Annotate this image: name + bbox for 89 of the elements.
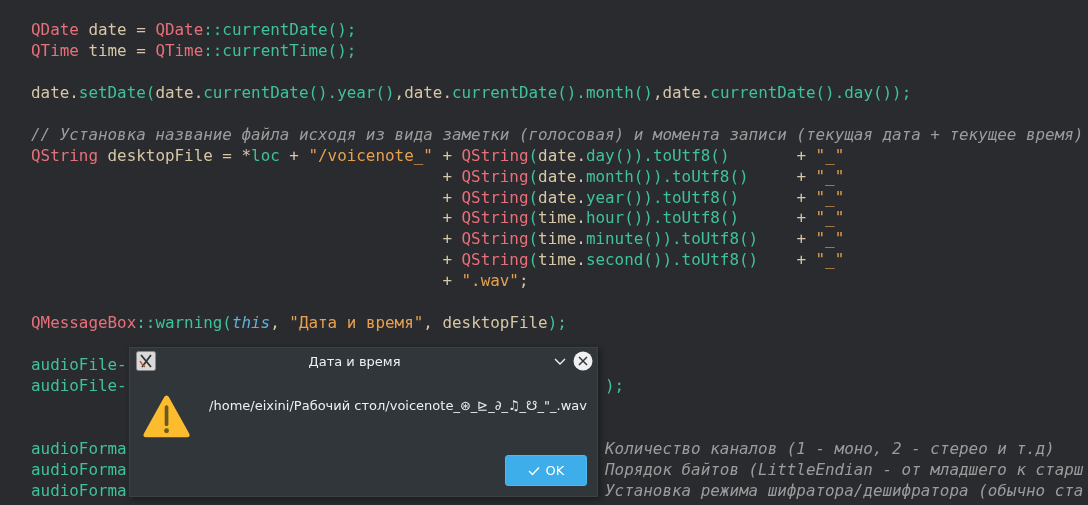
code-string: "Дата и время": [289, 313, 424, 333]
code-call: );: [605, 375, 625, 395]
code-type: QString: [461, 166, 529, 186]
code-call: (: [528, 229, 539, 249]
code-call: minute()).toUtf8(): [585, 229, 759, 249]
code-call: year()).toUtf8(): [585, 187, 739, 207]
close-icon[interactable]: [573, 351, 593, 371]
code-call: day()).toUtf8(): [585, 145, 730, 165]
code-string: "_": [815, 187, 845, 207]
code-text: +: [442, 208, 453, 228]
code-text: date.: [538, 166, 586, 186]
code-text: date.: [538, 187, 586, 207]
code-call: ::currentDate();: [203, 20, 357, 39]
code-string: ".wav": [461, 271, 519, 291]
code-text: +: [795, 229, 807, 249]
code-text: +: [442, 229, 453, 249]
code-call: );: [547, 313, 567, 333]
code-text: date.: [538, 145, 586, 165]
code-call: currentDate().year(): [203, 82, 395, 102]
code-text: time.: [538, 208, 586, 228]
code-type: QString: [461, 187, 529, 207]
code-text: +: [795, 187, 807, 207]
code-call: (: [528, 208, 539, 228]
code-call: month()).toUtf8(): [585, 166, 749, 186]
code-type: QTime: [31, 40, 79, 60]
code-string: "/voicenote_": [308, 145, 433, 165]
code-comment: Количество каналов (1 - моно, 2 - стерео и т.д): [605, 438, 1055, 458]
code-call: (: [528, 250, 539, 270]
code-call: (: [528, 145, 539, 165]
code-call: ::currentTime();: [203, 40, 357, 60]
code-type: QDate: [31, 20, 79, 39]
code-text: +: [795, 166, 807, 186]
code-text: desktopFile = *: [106, 145, 252, 165]
code-text: +: [442, 271, 453, 291]
code-text: +: [288, 145, 300, 165]
code-text: date =: [87, 20, 147, 39]
dialog-message: /home/eixini/Рабочий стол/voicenote_⊛_⊵_∂_♫_☋_"_.wav: [209, 397, 587, 415]
code-text: ,date.: [652, 82, 711, 102]
code-keyword: this: [231, 313, 271, 333]
code-string: "_": [815, 166, 845, 186]
code-type: QTime: [155, 40, 204, 60]
code-text: date.: [155, 82, 204, 102]
check-icon: [527, 465, 540, 476]
code-call: ::warning(: [136, 313, 232, 333]
code-call: audioForma: [31, 459, 127, 479]
code-comment: // Установка название файла исходя из вида заметки (голосовая) и момента записи (текущая дата + текущее время): [31, 124, 1084, 144]
ok-button[interactable]: OK: [505, 455, 587, 486]
code-text: time.: [538, 229, 586, 249]
dialog-title: Дата и время: [307, 353, 402, 369]
code-string: "_": [815, 229, 845, 249]
code-call: hour()).toUtf8(): [585, 208, 739, 228]
code-type: QString: [461, 208, 529, 228]
code-type: QString: [31, 145, 98, 165]
code-string: "_": [815, 250, 845, 270]
code-string: "_": [815, 145, 845, 165]
code-call: audioFile-: [31, 375, 127, 395]
code-call: currentDate().month(): [452, 82, 653, 102]
code-text: ,date.: [394, 82, 452, 102]
code-call: currentDate().day());: [710, 82, 912, 102]
code-type: QString: [461, 229, 529, 249]
code-string: "_": [815, 208, 845, 228]
code-comment: Порядок байтов (LittleEndian - от младшего к старш: [605, 459, 1084, 479]
code-text: +: [795, 250, 807, 270]
code-text: time.: [538, 250, 586, 270]
code-type: QDate: [155, 20, 204, 39]
code-text: time =: [87, 40, 147, 60]
code-call: (: [528, 187, 539, 207]
app-icon: [136, 351, 156, 371]
code-text: +: [442, 250, 453, 270]
code-text: +: [441, 145, 453, 165]
code-text: +: [795, 145, 807, 165]
code-call: (: [528, 166, 539, 186]
code-text: ;: [518, 271, 529, 291]
code-call: audioFile-: [31, 355, 127, 374]
code-call: audioForma: [31, 480, 127, 500]
code-text: ,: [270, 313, 281, 333]
code-text: , desktopFile: [423, 313, 548, 333]
code-type: QString: [461, 145, 529, 165]
code-call: setDate(: [78, 82, 156, 102]
code-call: audioForma: [31, 438, 127, 458]
code-type: QMessageBox: [31, 313, 137, 333]
code-text: +: [442, 187, 453, 207]
code-type: QString: [461, 250, 529, 270]
code-comment: Установка режима шифратора/дешифратора (обычно ста: [605, 480, 1084, 500]
code-call: loc: [251, 145, 280, 165]
code-call: second()).toUtf8(): [585, 250, 759, 270]
code-text: +: [795, 208, 807, 228]
code-text: +: [442, 166, 453, 186]
code-text: date.: [31, 82, 79, 102]
